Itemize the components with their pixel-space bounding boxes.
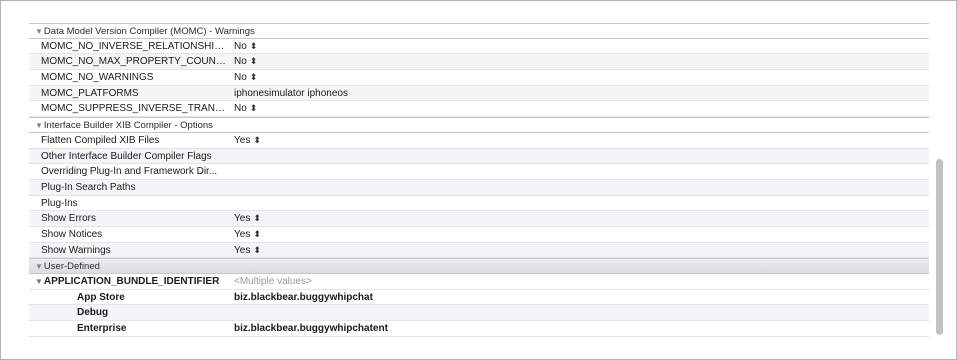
stepper-arrows-icon[interactable]: ⬍ bbox=[250, 72, 258, 82]
setting-row[interactable]: Show Notices Yes ⬍ bbox=[29, 227, 929, 243]
disclosure-triangle-icon[interactable]: ▼ bbox=[35, 262, 43, 271]
setting-row[interactable]: Overriding Plug-In and Framework Dir... bbox=[29, 164, 929, 180]
setting-name: MOMC_NO_INVERSE_RELATIONSHIP_W... bbox=[41, 40, 229, 52]
configuration-name: Debug bbox=[77, 307, 109, 319]
section-header-ib-xib-options[interactable]: ▼Interface Builder XIB Compiler - Option… bbox=[29, 117, 929, 133]
setting-name: Overriding Plug-In and Framework Dir... bbox=[41, 166, 218, 178]
setting-name: MOMC_NO_MAX_PROPERTY_COUNT_W... bbox=[41, 56, 229, 68]
section-header-user-defined[interactable]: ▼User-Defined bbox=[29, 258, 929, 274]
setting-value[interactable]: No ⬍ bbox=[234, 70, 258, 85]
setting-name: ▼APPLICATION_BUNDLE_IDENTIFIER bbox=[35, 276, 220, 287]
setting-name: MOMC_NO_WARNINGS bbox=[41, 72, 154, 84]
stepper-arrows-icon[interactable]: ⬍ bbox=[250, 41, 258, 51]
stepper-arrows-icon[interactable]: ⬍ bbox=[253, 135, 261, 145]
setting-value[interactable]: Yes ⬍ bbox=[234, 243, 261, 258]
setting-name: Other Interface Builder Compiler Flags bbox=[41, 150, 212, 162]
setting-value[interactable]: No ⬍ bbox=[234, 101, 258, 116]
setting-row[interactable]: MOMC_PLATFORMS iphonesimulator iphoneos bbox=[29, 85, 929, 102]
setting-row[interactable]: Show Errors Yes ⬍ bbox=[29, 211, 929, 227]
setting-value[interactable]: No ⬍ bbox=[234, 39, 258, 54]
build-settings-table: ▼Data Model Version Compiler (MOMC) - Wa… bbox=[29, 23, 929, 344]
setting-name: MOMC_SUPPRESS_INVERSE_TRANSIENT... bbox=[41, 103, 229, 115]
setting-value[interactable]: Yes ⬍ bbox=[234, 227, 261, 242]
setting-value[interactable]: Yes ⬍ bbox=[234, 211, 261, 226]
section-title: User-Defined bbox=[43, 261, 100, 273]
vertical-scrollbar[interactable] bbox=[935, 23, 945, 344]
disclosure-triangle-icon[interactable]: ▼ bbox=[35, 27, 43, 36]
stepper-arrows-icon[interactable]: ⬍ bbox=[253, 213, 261, 223]
setting-row[interactable]: Flatten Compiled XIB Files Yes ⬍ bbox=[29, 133, 929, 149]
setting-name: Show Errors bbox=[41, 213, 97, 225]
build-settings-window: ▼Data Model Version Compiler (MOMC) - Wa… bbox=[0, 0, 957, 360]
setting-value[interactable]: biz.blackbear.buggywhipchatent bbox=[234, 321, 388, 336]
setting-value[interactable]: biz.blackbear.buggywhipchat bbox=[234, 290, 373, 305]
setting-row[interactable]: Plug-Ins bbox=[29, 196, 929, 212]
stepper-arrows-icon[interactable]: ⬍ bbox=[253, 229, 261, 239]
user-defined-setting-row[interactable]: ▼APPLICATION_BUNDLE_IDENTIFIER <Multiple… bbox=[29, 274, 929, 290]
disclosure-triangle-icon[interactable]: ▼ bbox=[35, 277, 43, 286]
multiple-values-placeholder[interactable]: <Multiple values> bbox=[234, 274, 312, 289]
configuration-row[interactable]: Debug bbox=[29, 305, 929, 322]
setting-row[interactable]: MOMC_NO_INVERSE_RELATIONSHIP_W... No ⬍ bbox=[29, 39, 929, 55]
setting-row[interactable]: Show Warnings Yes ⬍ bbox=[29, 242, 929, 259]
setting-name: Show Warnings bbox=[41, 244, 111, 256]
setting-row[interactable]: MOMC_NO_WARNINGS No ⬍ bbox=[29, 70, 929, 86]
section-header-momc-warnings[interactable]: ▼Data Model Version Compiler (MOMC) - Wa… bbox=[29, 23, 929, 39]
setting-name: Show Notices bbox=[41, 228, 103, 240]
section-title: Data Model Version Compiler (MOMC) - War… bbox=[43, 26, 255, 37]
configuration-row[interactable]: App Store biz.blackbear.buggywhipchat bbox=[29, 290, 929, 306]
setting-row[interactable]: MOMC_SUPPRESS_INVERSE_TRANSIENT... No⬍ bbox=[29, 101, 929, 118]
scrollbar-thumb[interactable] bbox=[936, 159, 943, 335]
setting-name: Plug-Ins bbox=[41, 197, 78, 209]
setting-value[interactable]: No ⬍ bbox=[234, 54, 258, 69]
configuration-row[interactable]: Enterprise biz.blackbear.buggywhipchaten… bbox=[29, 321, 929, 337]
disclosure-triangle-icon[interactable]: ▼ bbox=[35, 121, 43, 130]
setting-row[interactable]: Plug-In Search Paths bbox=[29, 179, 929, 196]
setting-value[interactable]: iphonesimulator iphoneos bbox=[234, 86, 348, 101]
setting-name: MOMC_PLATFORMS bbox=[41, 87, 139, 99]
stepper-arrows-icon[interactable]: ⬍ bbox=[253, 245, 261, 255]
stepper-arrows-icon[interactable]: ⬍ bbox=[250, 56, 258, 66]
setting-row[interactable]: Other Interface Builder Compiler Flags bbox=[29, 148, 929, 165]
setting-name: Flatten Compiled XIB Files bbox=[41, 134, 160, 146]
stepper-arrows-icon[interactable]: ⬍ bbox=[250, 103, 258, 113]
setting-row[interactable]: MOMC_NO_MAX_PROPERTY_COUNT_W... No ⬍ bbox=[29, 54, 929, 71]
setting-name: Plug-In Search Paths bbox=[41, 181, 136, 193]
setting-value[interactable]: Yes ⬍ bbox=[234, 133, 261, 148]
section-title: Interface Builder XIB Compiler - Options bbox=[43, 120, 213, 132]
